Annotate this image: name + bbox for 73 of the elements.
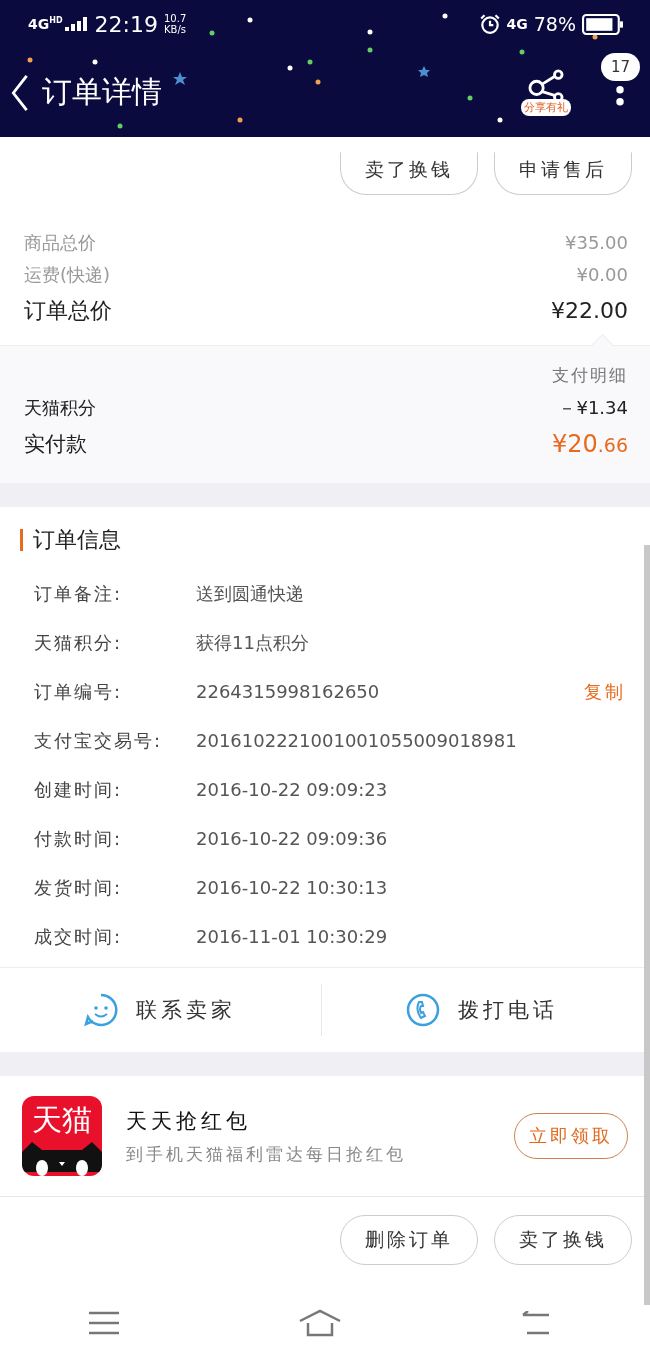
star-dot	[519, 49, 525, 55]
contact-button[interactable]: 拨打电话	[320, 984, 642, 1036]
payment-label: 实付款	[24, 431, 87, 458]
star-dot	[367, 29, 373, 35]
home-icon[interactable]	[298, 1309, 342, 1337]
battery-icon	[582, 13, 624, 35]
star-dot	[497, 117, 503, 123]
price-label: 商品总价	[24, 231, 96, 255]
star-dot	[117, 123, 123, 129]
signal-label: 4G$^{HD}$	[28, 16, 63, 32]
info-value: 获得11点积分	[196, 630, 310, 655]
app-logo-icon: 天猫	[22, 1096, 102, 1176]
payment-value: －¥1.34	[558, 396, 628, 420]
more-button[interactable]: 17	[600, 52, 640, 113]
price-value: ¥22.00	[551, 297, 628, 325]
back-icon[interactable]	[10, 73, 30, 112]
payment-label: 天猫积分	[24, 396, 96, 420]
info-label: 天猫积分:	[34, 630, 124, 655]
phone-icon	[405, 993, 440, 1027]
alarm-clock-icon	[478, 13, 501, 35]
info-label: 订单备注:	[34, 581, 124, 606]
info-label: 成交时间:	[34, 924, 124, 949]
info-value: 2016-10-22 09:09:23	[196, 779, 389, 800]
promo-subtitle: 到手机天猫福利雷达每日抢红包	[126, 1142, 407, 1166]
action-button[interactable]: 删除订单	[340, 1215, 478, 1265]
info-value: 2016-11-01 10:30:29	[196, 926, 389, 947]
info-label: 订单编号:	[34, 679, 124, 704]
star-dot	[287, 65, 293, 71]
info-label: 付款时间:	[34, 826, 124, 851]
star-icon	[418, 66, 430, 77]
battery-percent: 78%	[533, 13, 576, 35]
section-accent-bar	[20, 529, 23, 551]
star-dot	[27, 57, 33, 63]
star-dot	[247, 17, 253, 23]
info-value: 2016-10-22 09:09:36	[196, 828, 389, 849]
info-value: 2016102221001001055009018981	[196, 730, 518, 751]
info-label: 支付宝交易号:	[34, 728, 164, 753]
star-icon	[173, 72, 187, 85]
contact-button[interactable]: 联系卖家	[0, 968, 321, 1052]
clock-time: 22:19	[94, 11, 158, 37]
share-button[interactable]: 分享有礼	[520, 69, 571, 116]
info-value: 送到圆通快递	[196, 581, 305, 606]
signal-icon	[64, 17, 89, 31]
star-dot	[92, 59, 98, 65]
info-value: 2016-10-22 10:30:13	[196, 877, 389, 898]
network-type: 4G	[506, 16, 528, 32]
action-button[interactable]: 卖了换钱	[494, 1215, 632, 1265]
payment-detail-link[interactable]: 支付明细	[552, 365, 628, 385]
star-dot	[367, 47, 373, 53]
price-label: 运费(快递)	[24, 263, 111, 287]
smiley-chat-icon	[84, 993, 119, 1027]
star-dot	[467, 95, 473, 101]
star-dot	[442, 13, 448, 19]
payment-value: ¥20.66	[551, 429, 628, 460]
star-dot	[237, 117, 243, 123]
action-button[interactable]: 卖了换钱	[340, 152, 478, 195]
network-speed: 10.7 KB/s	[164, 13, 187, 35]
section-title: 订单信息	[33, 526, 121, 554]
info-label: 创建时间:	[34, 777, 124, 802]
promo-title: 天天抢红包	[126, 1107, 252, 1135]
price-value: ¥35.00	[565, 231, 628, 255]
info-label: 发货时间:	[34, 875, 124, 900]
notification-badge: 17	[600, 52, 640, 81]
star-dot	[307, 59, 313, 65]
info-value: 2264315998162650	[196, 681, 381, 702]
price-label: 订单总价	[24, 297, 112, 325]
star-dot	[315, 79, 321, 85]
price-value: ¥0.00	[576, 263, 628, 287]
star-dot	[209, 30, 215, 36]
menu-icon[interactable]	[89, 1311, 120, 1335]
action-button[interactable]: 申请售后	[494, 152, 632, 195]
page-title: 订单详情	[42, 73, 162, 111]
star-dot	[592, 34, 598, 40]
